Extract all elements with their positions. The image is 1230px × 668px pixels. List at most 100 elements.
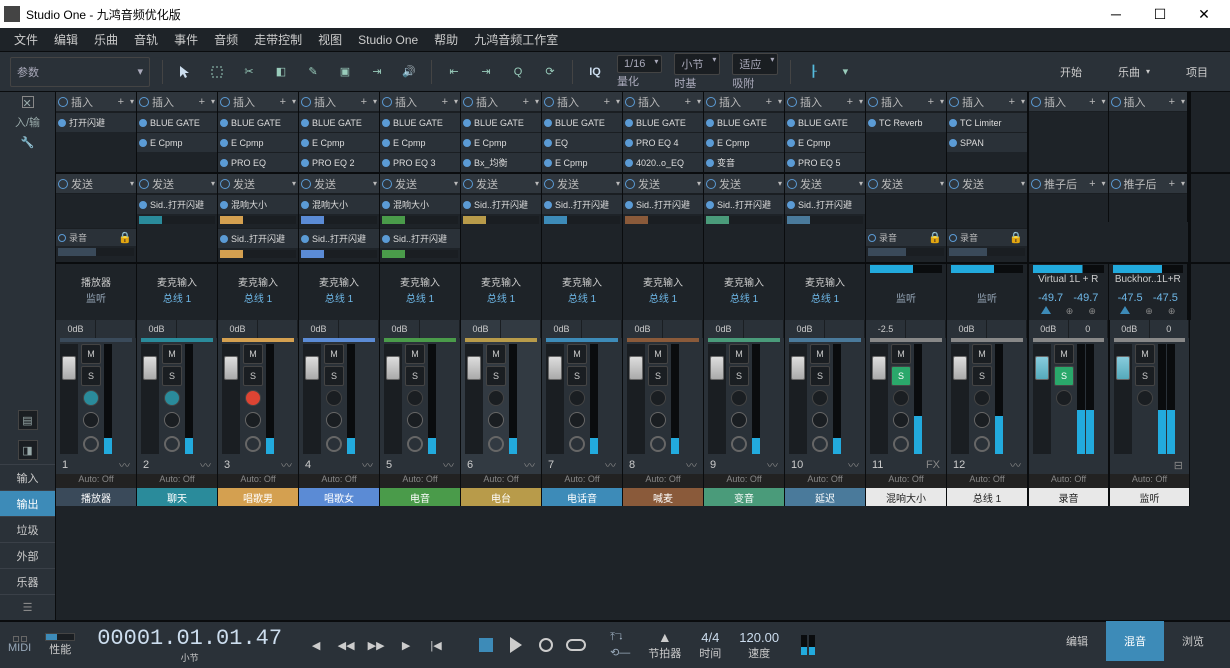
automation-mode[interactable]: Auto: Off [947,474,1027,488]
pan-readout[interactable] [582,320,622,338]
pan-readout[interactable] [258,320,298,338]
automation-mode[interactable]: Auto: Off [299,474,379,488]
menu-视图[interactable]: 视图 [310,31,350,48]
gain-readout[interactable]: 0dB [380,320,420,338]
mute-button[interactable]: M [162,344,182,364]
plugin-slot[interactable]: 混响大小 [218,194,298,214]
gain-readout[interactable]: 0dB [542,320,582,338]
section-header[interactable]: 插入+▾ [623,92,703,112]
record-arm[interactable]: 录音🔒 [56,228,136,246]
mute-button[interactable]: M [486,344,506,364]
timecode[interactable]: 00001.01.01.47 [97,626,282,651]
section-header[interactable]: 插入+▾ [461,92,541,112]
section-header[interactable]: 发送▾ [785,174,865,194]
tab-song[interactable]: 乐曲▾ [1100,52,1168,92]
monitor-button[interactable] [1137,390,1153,406]
knob[interactable] [164,436,180,452]
solo-button[interactable]: S [1054,366,1074,386]
monitor-button[interactable] [488,390,504,406]
section-header[interactable]: 发送▾ [137,174,217,194]
plugin-slot[interactable]: E Cpmp [461,132,541,152]
solo-button[interactable]: S [648,366,668,386]
channel-bus[interactable]: 监听 [947,290,1027,306]
plugin-slot[interactable]: 打开闪避 [56,112,136,132]
solo-button[interactable]: S [405,366,425,386]
panel-toggle-1[interactable]: ▤ [18,410,38,430]
mute-button[interactable]: M [567,344,587,364]
plugin-slot[interactable]: E Cpmp [299,132,379,152]
fader[interactable] [951,344,969,454]
paint-tool[interactable]: ▣ [331,58,359,86]
channel-label[interactable]: 延迟 [785,488,865,506]
loop-button[interactable] [564,633,588,657]
menu-事件[interactable]: 事件 [166,31,206,48]
record-button[interactable] [83,412,99,428]
record-button[interactable] [534,633,558,657]
nav-输出[interactable]: 输出 [0,490,55,516]
mute-button[interactable]: M [1054,344,1074,364]
plugin-slot[interactable]: PRO EQ [218,152,298,172]
channel-label[interactable]: 聊天 [137,488,217,506]
plugin-slot[interactable]: PRO EQ 2 [299,152,379,172]
section-header[interactable]: 发送▾ [299,174,379,194]
monitor-button[interactable] [326,390,342,406]
channel-bus[interactable]: 总线 1 [461,290,541,306]
rewind-button[interactable]: ◀ [304,633,328,657]
section-header[interactable]: 插入+▾ [704,92,784,112]
master-label[interactable]: 录音 [1029,488,1108,506]
channel-bus[interactable]: 总线 1 [299,290,379,306]
solo-button[interactable]: S [1135,366,1155,386]
automation-mode[interactable]: Auto: Off [56,474,136,488]
pan-readout[interactable]: 0 [1150,320,1190,338]
tab-project[interactable]: 项目 [1168,52,1226,92]
channel-bus[interactable]: 总线 1 [785,290,865,306]
preroll-icon[interactable]: ⟲— [610,646,630,659]
mute-button[interactable]: M [1135,344,1155,364]
solo-button[interactable]: S [810,366,830,386]
plugin-slot[interactable]: BLUE GATE [461,112,541,132]
mute-button[interactable]: M [729,344,749,364]
section-header[interactable]: 插入+▾ [866,92,946,112]
gain-readout[interactable]: 0dB [947,320,987,338]
plugin-slot[interactable]: Bx_均衡 [461,152,541,172]
channel-label[interactable]: 电音 [380,488,460,506]
monitor-button[interactable] [731,390,747,406]
nav-乐器[interactable]: 乐器 [0,568,55,594]
pan-readout[interactable] [906,320,946,338]
stop-button[interactable] [474,633,498,657]
gain-readout[interactable]: 0dB [704,320,744,338]
hamburger-icon[interactable]: ☰ [0,594,55,620]
knob[interactable] [974,436,990,452]
record-button[interactable] [893,412,909,428]
auto-punch-icon[interactable]: ⤒↴ [610,631,630,644]
fader[interactable] [141,344,159,454]
mute-button[interactable]: M [324,344,344,364]
fader[interactable] [627,344,645,454]
return-button[interactable]: |◀ [424,633,448,657]
pan-readout[interactable] [744,320,784,338]
solo-button[interactable]: S [243,366,263,386]
plugin-slot[interactable]: Sid..打开闪避 [380,228,460,248]
gain-readout[interactable]: 0dB [785,320,825,338]
channel-bus[interactable]: 总线 1 [542,290,622,306]
monitor-button[interactable] [569,390,585,406]
metronome-icon[interactable]: ▲ [658,629,672,645]
skip-fwd-icon[interactable]: ⇥ [472,58,500,86]
record-button[interactable] [812,412,828,428]
section-header[interactable]: 插入+▾ [380,92,460,112]
channel-label[interactable]: 播放器 [56,488,136,506]
section-header[interactable]: 发送▾ [866,174,946,194]
nav-外部[interactable]: 外部 [0,542,55,568]
mute-button[interactable]: M [243,344,263,364]
channel-bus[interactable]: 总线 1 [380,290,460,306]
section-header[interactable]: 发送▾ [380,174,460,194]
gain-readout[interactable]: 0dB [137,320,177,338]
plugin-slot[interactable]: 变音 [704,152,784,172]
pan-readout[interactable]: 0 [1069,320,1109,338]
snap-select[interactable]: 适应吸附 [732,53,778,91]
gain-readout[interactable]: 0dB [1110,320,1150,338]
knob[interactable] [407,436,423,452]
fader[interactable] [789,344,807,454]
record-button[interactable] [407,412,423,428]
section-header[interactable]: 发送▾ [461,174,541,194]
